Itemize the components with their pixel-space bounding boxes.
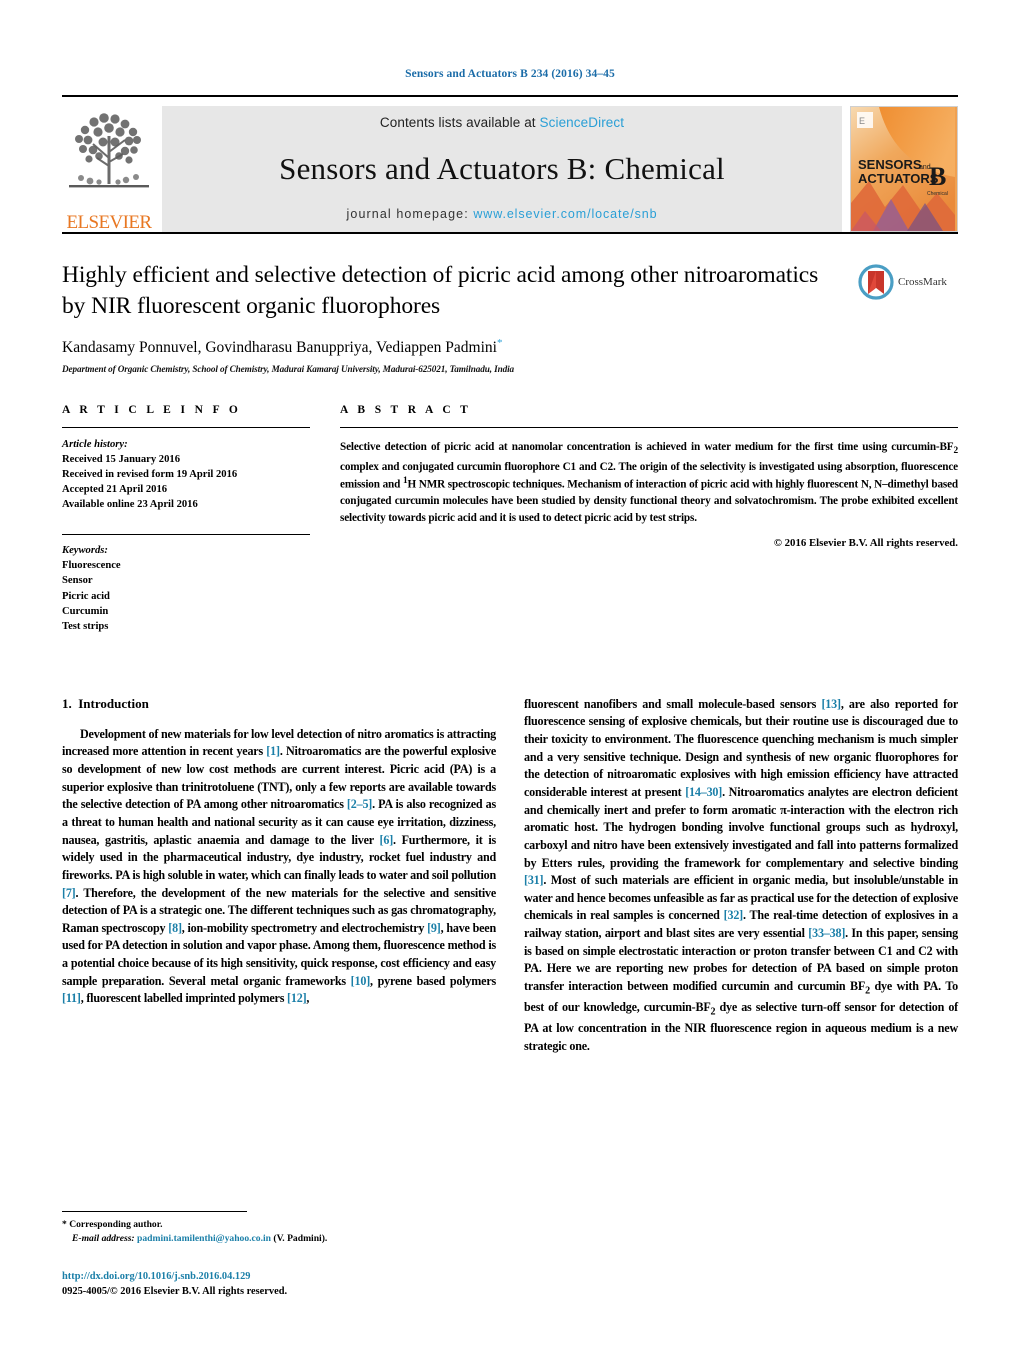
- body-column-left: 1. Introduction Development of new mater…: [62, 696, 496, 1056]
- abstract-part-3: H NMR spectroscopic techniques. Mechanis…: [340, 479, 958, 524]
- abstract-part-1: Selective detection of picric acid at na…: [340, 441, 954, 454]
- author-list: Kandasamy Ponnuvel, Govindharasu Banuppr…: [62, 337, 840, 357]
- abstract-heading: A B S T R A C T: [340, 404, 472, 417]
- citation-link[interactable]: [1]: [266, 744, 280, 758]
- history-item: Received 15 January 2016: [62, 454, 180, 466]
- doi-link[interactable]: http://dx.doi.org/10.1016/j.snb.2016.04.…: [62, 1271, 251, 1282]
- journal-masthead: ELSEVIER Contents lists available at Sci…: [62, 95, 958, 232]
- email-label: E-mail address:: [72, 1233, 135, 1245]
- corresponding-author-line: * Corresponding author.: [62, 1218, 492, 1232]
- article-info-column: A R T I C L E I N F O Article history: R…: [62, 404, 340, 633]
- citation-link[interactable]: [31]: [524, 873, 544, 887]
- crossmark-icon: [858, 264, 894, 300]
- para-text: , ion-mobility spectrometry and electroc…: [181, 920, 428, 935]
- para-text: fluorescent nanofibers and small molecul…: [524, 696, 822, 711]
- info-abstract-row: A R T I C L E I N F O Article history: R…: [62, 404, 958, 633]
- article-history-block: Article history: Received 15 January 201…: [62, 437, 310, 512]
- corresponding-author-marker: *: [496, 337, 503, 350]
- page-footer: * Corresponding author. E-mail address: …: [62, 1211, 492, 1299]
- svg-text:E: E: [859, 116, 865, 126]
- para-text: , pyrene based polymers: [370, 973, 496, 988]
- citation-link[interactable]: [8]: [168, 921, 182, 935]
- journal-banner: Contents lists available at ScienceDirec…: [162, 106, 842, 232]
- journal-cover-thumbnail: E SENSORS and ACTUATORS B Chemical: [850, 106, 958, 232]
- elsevier-tree-icon: [69, 113, 149, 188]
- svg-text:SENSORS: SENSORS: [858, 157, 922, 172]
- elsevier-logo: ELSEVIER: [62, 106, 160, 232]
- citation-link[interactable]: [32]: [724, 908, 744, 922]
- section-number: 1.: [62, 695, 72, 711]
- journal-homepage-url[interactable]: www.elsevier.com/locate/snb: [473, 207, 657, 221]
- keyword-item: Picric acid: [62, 590, 110, 602]
- history-item: Available online 23 April 2016: [62, 499, 198, 511]
- footnote-rule: [62, 1211, 247, 1213]
- masthead-bottom-rule: [62, 232, 958, 234]
- abstract-copyright: © 2016 Elsevier B.V. All rights reserved…: [773, 537, 958, 550]
- crossmark-label: CrossMark: [898, 276, 947, 288]
- keywords-block: Keywords: Fluorescence Sensor Picric aci…: [62, 534, 310, 633]
- cover-artwork: E SENSORS and ACTUATORS B Chemical: [851, 107, 955, 231]
- affiliation: Department of Organic Chemistry, School …: [62, 364, 515, 375]
- corresponding-label: Corresponding author.: [69, 1219, 163, 1231]
- running-head: Sensors and Actuators B 234 (2016) 34–45: [405, 68, 615, 80]
- keyword-item: Sensor: [62, 575, 93, 587]
- para-text: , are also reported for fluorescence sen…: [524, 696, 958, 799]
- citation-link[interactable]: [11]: [62, 991, 81, 1005]
- para-text: , fluorescent labelled imprinted polymer…: [80, 991, 288, 1006]
- svg-text:Chemical: Chemical: [927, 191, 948, 197]
- sciencedirect-link[interactable]: ScienceDirect: [540, 115, 625, 130]
- journal-article-page: Sensors and Actuators B 234 (2016) 34–45: [0, 0, 1020, 1351]
- title-block: Highly efficient and selective detection…: [62, 260, 958, 374]
- keywords-label: Keywords:: [62, 545, 108, 557]
- citation-link[interactable]: [13]: [821, 697, 841, 711]
- keyword-item: Curcumin: [62, 605, 109, 617]
- journal-homepage-line: journal homepage: www.elsevier.com/locat…: [347, 207, 658, 221]
- citation-link[interactable]: [12]: [287, 991, 307, 1005]
- contents-lists-line: Contents lists available at ScienceDirec…: [380, 115, 624, 130]
- abstract-subscript-1: 2: [953, 446, 958, 457]
- citation-link[interactable]: [6]: [380, 833, 394, 847]
- crossmark-badge[interactable]: CrossMark: [858, 260, 958, 300]
- article-history-label: Article history:: [62, 439, 128, 451]
- section-heading-introduction: 1. Introduction: [62, 696, 496, 712]
- history-item: Accepted 21 April 2016: [62, 484, 168, 496]
- keyword-item: Fluorescence: [62, 560, 121, 572]
- email-link[interactable]: padmini.tamilenthi@yahoo.co.in: [137, 1233, 271, 1244]
- abstract-text: Selective detection of picric acid at na…: [340, 439, 958, 525]
- issn-copyright-line: 0925-4005/© 2016 Elsevier B.V. All right…: [62, 1285, 288, 1297]
- keyword-item: Test strips: [62, 620, 109, 632]
- abstract-rule: [340, 427, 958, 429]
- contents-prefix: Contents lists available at: [379, 115, 540, 130]
- citation-link[interactable]: [10]: [351, 974, 371, 988]
- citation-link[interactable]: [7]: [62, 886, 76, 900]
- email-line: E-mail address: padmini.tamilenthi@yahoo…: [62, 1232, 492, 1246]
- body-columns: 1. Introduction Development of new mater…: [62, 696, 958, 1056]
- section-title-text: Introduction: [78, 695, 149, 711]
- abstract-column: A B S T R A C T Selective detection of p…: [340, 404, 958, 549]
- article-info-rule: [62, 427, 310, 429]
- corresponding-author-note: * Corresponding author. E-mail address: …: [62, 1218, 492, 1247]
- homepage-prefix: journal homepage:: [346, 207, 474, 221]
- citation-link[interactable]: [14–30]: [685, 785, 722, 799]
- keywords-rule: Keywords: Fluorescence Sensor Picric aci…: [62, 534, 310, 633]
- page-title: Highly efficient and selective detection…: [62, 262, 819, 319]
- article-info-heading: A R T I C L E I N F O: [62, 404, 242, 417]
- citation-link[interactable]: [33–38]: [808, 926, 845, 940]
- citation-link[interactable]: [9]: [427, 921, 441, 935]
- citation-link[interactable]: [2–5]: [347, 797, 372, 811]
- corresponding-marker: *: [62, 1219, 67, 1231]
- introduction-paragraph-left: Development of new materials for low lev…: [62, 726, 496, 1009]
- author-names: Kandasamy Ponnuvel, Govindharasu Banuppr…: [62, 339, 497, 357]
- journal-title: Sensors and Actuators B: Chemical: [279, 150, 725, 186]
- svg-text:ACTUATORS: ACTUATORS: [858, 171, 939, 186]
- elsevier-wordmark: ELSEVIER: [66, 212, 153, 233]
- doi-block: http://dx.doi.org/10.1016/j.snb.2016.04.…: [62, 1269, 492, 1299]
- body-column-right: fluorescent nanofibers and small molecul…: [524, 696, 958, 1056]
- introduction-paragraph-right: fluorescent nanofibers and small molecul…: [524, 696, 958, 1056]
- svg-text:B: B: [929, 162, 946, 191]
- para-text: ,: [306, 991, 310, 1006]
- email-owner: (V. Padmini).: [273, 1233, 328, 1245]
- history-item: Received in revised form 19 April 2016: [62, 469, 238, 481]
